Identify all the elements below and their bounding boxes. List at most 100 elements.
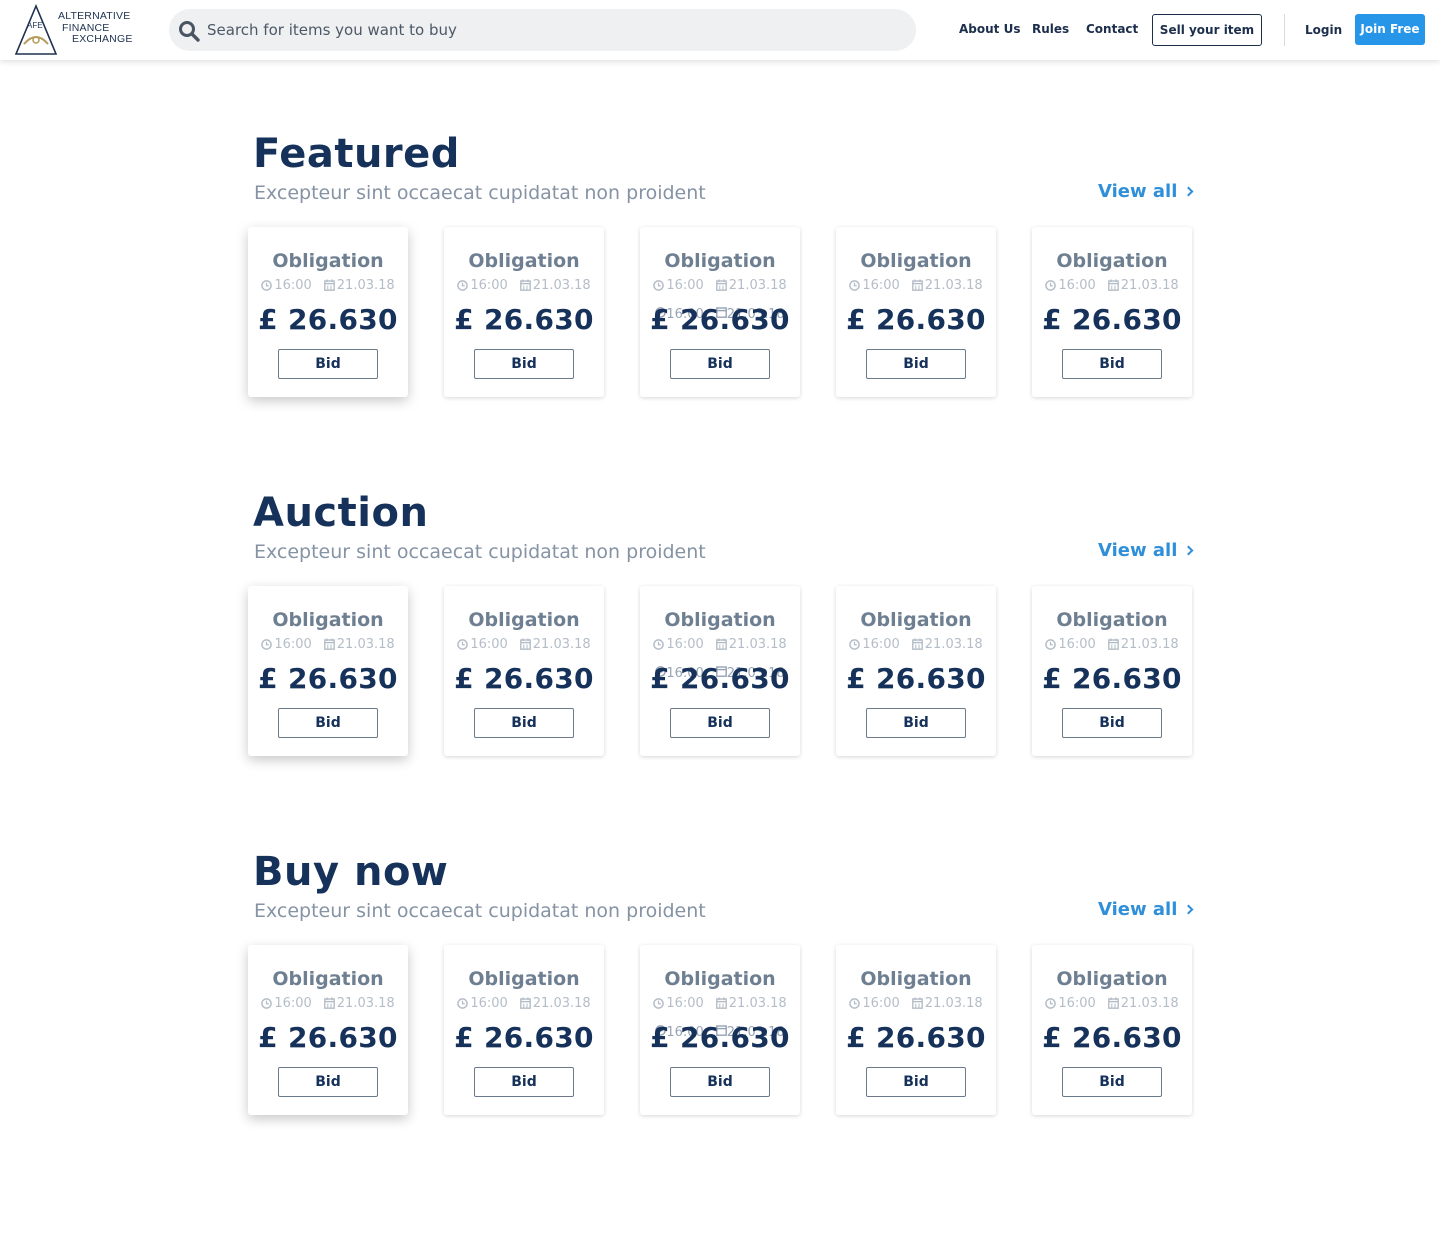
- card-meta: 16:00 21.03.18: [836, 278, 996, 294]
- card-title: Obligation: [1056, 609, 1168, 631]
- section-subtitle: Excepteur sint occaecat cupidatat non pr…: [254, 182, 706, 204]
- product-card[interactable]: Obligation 16:00 21.03.18 16:00 21.03.18 £ 26…: [640, 945, 800, 1115]
- card-time: 16:00: [862, 278, 900, 293]
- card-date: 21.03.18: [336, 637, 395, 652]
- card-date: 21.03.18: [1120, 637, 1179, 652]
- product-card[interactable]: Obligation 16:00 21.03.18 £ 26.630 Bid: [836, 227, 996, 397]
- card-price: £ 26.630: [650, 662, 790, 695]
- sell-item-button[interactable]: Sell your item: [1152, 14, 1262, 46]
- card-price: £ 26.630: [846, 1021, 986, 1054]
- card-time: 16:00: [666, 278, 704, 293]
- card-meta: 16:00 21.03.18: [444, 996, 604, 1012]
- logo-line: EXCHANGE: [72, 33, 133, 45]
- calendar-icon: [715, 997, 727, 1009]
- calendar-icon: [519, 997, 531, 1009]
- card-time: 16:00: [862, 996, 900, 1011]
- card-meta: 16:00 21.03.18: [640, 996, 800, 1012]
- nav-contact-link[interactable]: Contact: [1086, 22, 1138, 36]
- card-time: 16:00: [666, 637, 704, 652]
- svg-text:AFE: AFE: [27, 21, 43, 30]
- section-featured: Featured Excepteur sint occaecat cupidata…: [0, 130, 1440, 430]
- card-date: 21.03.18: [924, 637, 983, 652]
- calendar-icon: [519, 638, 531, 650]
- card-meta: 16:00 21.03.18: [836, 996, 996, 1012]
- bid-button[interactable]: Bid: [278, 1067, 378, 1097]
- product-card[interactable]: Obligation 16:00 21.03.18 £ 26.630 Bid: [836, 945, 996, 1115]
- card-meta: 16:00 21.03.18: [1032, 278, 1192, 294]
- calendar-icon: [323, 997, 335, 1009]
- nav-rules-link[interactable]: Rules: [1032, 22, 1069, 36]
- login-link[interactable]: Login: [1305, 23, 1342, 37]
- bid-button[interactable]: Bid: [866, 708, 966, 738]
- section-title: Buy now: [253, 849, 449, 895]
- search-input[interactable]: [207, 9, 897, 51]
- product-card[interactable]: Obligation 16:00 21.03.18 £ 26.630 Bid: [444, 586, 604, 756]
- card-date: 21.03.18: [728, 637, 787, 652]
- card-price: £ 26.630: [846, 303, 986, 336]
- card-date: 21.03.18: [532, 996, 591, 1011]
- card-title: Obligation: [468, 609, 580, 631]
- clock-icon: [1045, 280, 1057, 291]
- bid-button[interactable]: Bid: [866, 1067, 966, 1097]
- join-free-button[interactable]: Join Free: [1355, 14, 1425, 45]
- view-all-link[interactable]: View all: [1098, 180, 1194, 204]
- afe-logo[interactable]: AFE ALTERNATIVE FINANCE EXCHANGE: [14, 4, 139, 56]
- bid-button[interactable]: Bid: [474, 349, 574, 379]
- card-time: 16:00: [274, 637, 312, 652]
- card-time: 16:00: [1058, 637, 1096, 652]
- bid-button[interactable]: Bid: [670, 708, 770, 738]
- card-date: 21.03.18: [924, 278, 983, 293]
- card-time: 16:00: [470, 278, 508, 293]
- card-price: £ 26.630: [1042, 1021, 1182, 1054]
- view-all-link[interactable]: View all: [1098, 898, 1194, 922]
- card-date: 21.03.18: [728, 278, 787, 293]
- product-card[interactable]: Obligation 16:00 21.03.18 16:00 21.03.18 £ 26…: [640, 586, 800, 756]
- bid-button[interactable]: Bid: [1062, 1067, 1162, 1097]
- card-title: Obligation: [272, 968, 384, 990]
- nav-about-us-link[interactable]: About Us: [959, 22, 1020, 36]
- product-card[interactable]: Obligation 16:00 21.03.18 £ 26.630 Bid: [444, 945, 604, 1115]
- card-price: £ 26.630: [258, 303, 398, 336]
- bid-button[interactable]: Bid: [474, 708, 574, 738]
- product-card[interactable]: Obligation 16:00 21.03.18 £ 26.630 Bid: [1032, 227, 1192, 397]
- card-title: Obligation: [272, 250, 384, 272]
- clock-icon: [1045, 998, 1057, 1009]
- bid-button[interactable]: Bid: [866, 349, 966, 379]
- card-meta: 16:00 21.03.18: [1032, 637, 1192, 653]
- card-title: Obligation: [468, 250, 580, 272]
- bid-button[interactable]: Bid: [1062, 708, 1162, 738]
- product-card[interactable]: Obligation 16:00 21.03.18 16:00 21.03.18 £ 26…: [640, 227, 800, 397]
- product-card[interactable]: Obligation 16:00 21.03.18 £ 26.630 Bid: [248, 227, 408, 397]
- card-title: Obligation: [664, 250, 776, 272]
- product-card[interactable]: Obligation 16:00 21.03.18 £ 26.630 Bid: [248, 945, 408, 1115]
- view-all-label: View all: [1098, 540, 1178, 561]
- product-card[interactable]: Obligation 16:00 21.03.18 £ 26.630 Bid: [1032, 945, 1192, 1115]
- bid-button[interactable]: Bid: [278, 708, 378, 738]
- card-meta: 16:00 21.03.18: [248, 278, 408, 294]
- card-meta: 16:00 21.03.18: [444, 637, 604, 653]
- card-price: £ 26.630: [650, 303, 790, 336]
- card-title: Obligation: [664, 609, 776, 631]
- card-date: 21.03.18: [336, 278, 395, 293]
- view-all-label: View all: [1098, 181, 1178, 202]
- bid-button[interactable]: Bid: [670, 349, 770, 379]
- product-card[interactable]: Obligation 16:00 21.03.18 £ 26.630 Bid: [836, 586, 996, 756]
- view-all-link[interactable]: View all: [1098, 539, 1194, 563]
- bid-button[interactable]: Bid: [670, 1067, 770, 1097]
- search-icon[interactable]: [178, 20, 200, 42]
- card-price: £ 26.630: [258, 662, 398, 695]
- product-card[interactable]: Obligation 16:00 21.03.18 £ 26.630 Bid: [444, 227, 604, 397]
- section-title: Auction: [253, 490, 429, 536]
- bid-button[interactable]: Bid: [1062, 349, 1162, 379]
- card-time: 16:00: [470, 637, 508, 652]
- bid-button[interactable]: Bid: [474, 1067, 574, 1097]
- calendar-icon: [1107, 638, 1119, 650]
- section-buy-now: Buy now Excepteur sint occaecat cupidatat…: [0, 848, 1440, 1148]
- card-time: 16:00: [274, 278, 312, 293]
- card-price: £ 26.630: [650, 1021, 790, 1054]
- card-price: £ 26.630: [454, 303, 594, 336]
- product-card[interactable]: Obligation 16:00 21.03.18 £ 26.630 Bid: [1032, 586, 1192, 756]
- product-card[interactable]: Obligation 16:00 21.03.18 £ 26.630 Bid: [248, 586, 408, 756]
- calendar-icon: [323, 279, 335, 291]
- bid-button[interactable]: Bid: [278, 349, 378, 379]
